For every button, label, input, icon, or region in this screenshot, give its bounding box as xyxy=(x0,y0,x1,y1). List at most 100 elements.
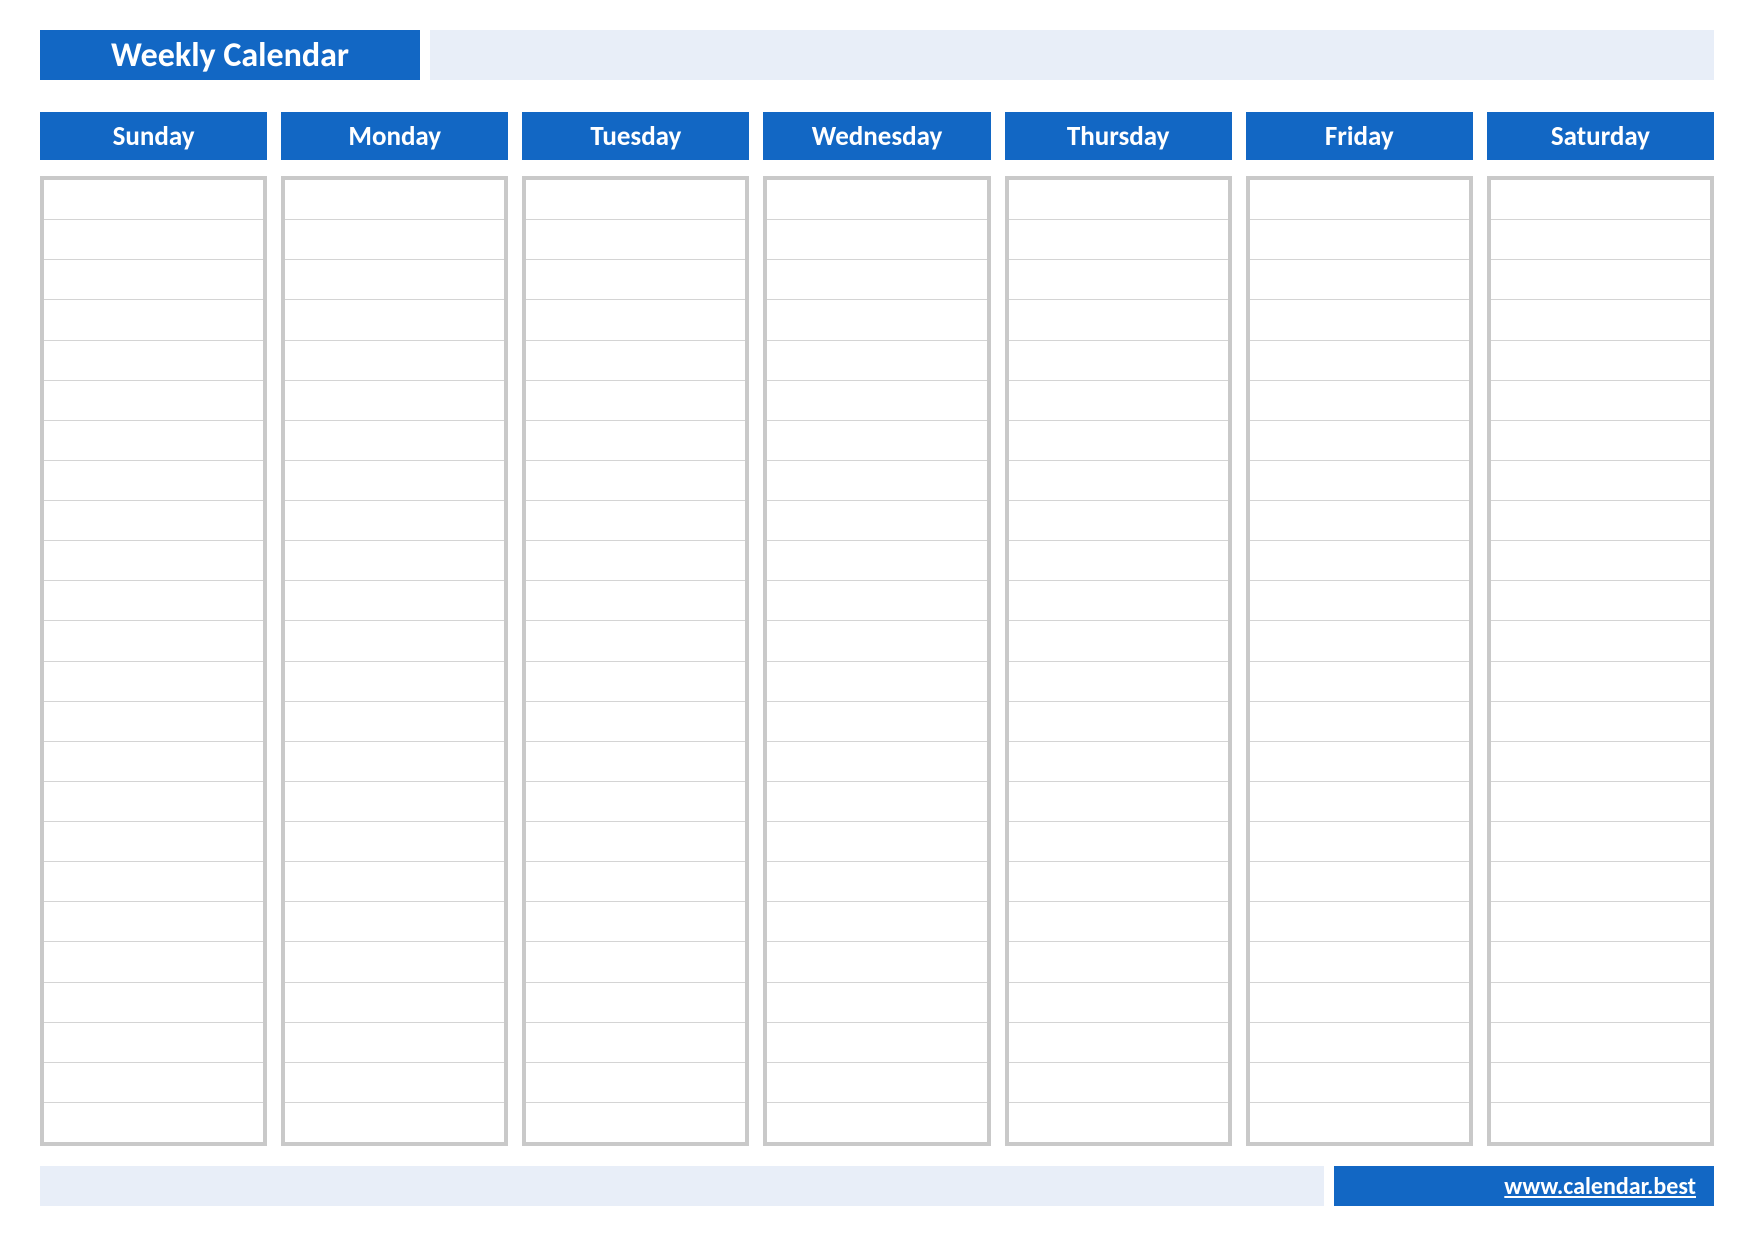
calendar-slot[interactable] xyxy=(285,501,504,541)
calendar-slot[interactable] xyxy=(526,381,745,421)
calendar-slot[interactable] xyxy=(1009,581,1228,621)
calendar-slot[interactable] xyxy=(285,1063,504,1103)
calendar-slot[interactable] xyxy=(1009,983,1228,1023)
calendar-slot[interactable] xyxy=(1250,942,1469,982)
calendar-slot[interactable] xyxy=(1250,621,1469,661)
calendar-slot[interactable] xyxy=(767,1103,986,1142)
calendar-slot[interactable] xyxy=(1491,541,1710,581)
calendar-slot[interactable] xyxy=(285,220,504,260)
calendar-slot[interactable] xyxy=(526,662,745,702)
calendar-slot[interactable] xyxy=(767,1063,986,1103)
calendar-slot[interactable] xyxy=(526,862,745,902)
calendar-slot[interactable] xyxy=(1250,581,1469,621)
calendar-slot[interactable] xyxy=(767,381,986,421)
calendar-slot[interactable] xyxy=(44,662,263,702)
calendar-slot[interactable] xyxy=(285,742,504,782)
calendar-slot[interactable] xyxy=(1491,983,1710,1023)
calendar-slot[interactable] xyxy=(1491,902,1710,942)
calendar-slot[interactable] xyxy=(44,782,263,822)
calendar-slot[interactable] xyxy=(1491,742,1710,782)
calendar-slot[interactable] xyxy=(767,782,986,822)
calendar-slot[interactable] xyxy=(1250,501,1469,541)
calendar-slot[interactable] xyxy=(285,621,504,661)
calendar-slot[interactable] xyxy=(1491,1063,1710,1103)
calendar-slot[interactable] xyxy=(285,300,504,340)
calendar-slot[interactable] xyxy=(285,983,504,1023)
calendar-slot[interactable] xyxy=(285,782,504,822)
calendar-slot[interactable] xyxy=(1491,822,1710,862)
calendar-slot[interactable] xyxy=(1009,220,1228,260)
calendar-slot[interactable] xyxy=(1009,501,1228,541)
calendar-slot[interactable] xyxy=(1009,1063,1228,1103)
calendar-slot[interactable] xyxy=(526,300,745,340)
calendar-slot[interactable] xyxy=(1250,1063,1469,1103)
calendar-slot[interactable] xyxy=(1491,1023,1710,1063)
calendar-slot[interactable] xyxy=(1250,742,1469,782)
calendar-slot[interactable] xyxy=(285,662,504,702)
calendar-slot[interactable] xyxy=(1250,341,1469,381)
calendar-slot[interactable] xyxy=(1491,260,1710,300)
calendar-slot[interactable] xyxy=(767,983,986,1023)
calendar-slot[interactable] xyxy=(1009,260,1228,300)
calendar-slot[interactable] xyxy=(1250,300,1469,340)
calendar-slot[interactable] xyxy=(1250,1103,1469,1142)
calendar-slot[interactable] xyxy=(526,822,745,862)
calendar-slot[interactable] xyxy=(44,381,263,421)
calendar-slot[interactable] xyxy=(44,1063,263,1103)
calendar-slot[interactable] xyxy=(767,541,986,581)
calendar-slot[interactable] xyxy=(44,260,263,300)
calendar-slot[interactable] xyxy=(44,702,263,742)
calendar-slot[interactable] xyxy=(285,260,504,300)
calendar-slot[interactable] xyxy=(767,220,986,260)
calendar-slot[interactable] xyxy=(1250,822,1469,862)
calendar-slot[interactable] xyxy=(1009,381,1228,421)
calendar-slot[interactable] xyxy=(1009,782,1228,822)
calendar-slot[interactable] xyxy=(44,983,263,1023)
calendar-slot[interactable] xyxy=(1009,1023,1228,1063)
calendar-slot[interactable] xyxy=(526,260,745,300)
calendar-slot[interactable] xyxy=(285,1103,504,1142)
calendar-slot[interactable] xyxy=(767,300,986,340)
calendar-slot[interactable] xyxy=(1491,942,1710,982)
calendar-slot[interactable] xyxy=(1009,702,1228,742)
calendar-slot[interactable] xyxy=(767,1023,986,1063)
calendar-slot[interactable] xyxy=(526,983,745,1023)
calendar-slot[interactable] xyxy=(767,862,986,902)
calendar-slot[interactable] xyxy=(1250,983,1469,1023)
calendar-slot[interactable] xyxy=(526,621,745,661)
calendar-slot[interactable] xyxy=(285,942,504,982)
calendar-slot[interactable] xyxy=(526,541,745,581)
calendar-slot[interactable] xyxy=(526,1063,745,1103)
calendar-slot[interactable] xyxy=(526,581,745,621)
calendar-slot[interactable] xyxy=(526,1023,745,1063)
calendar-slot[interactable] xyxy=(44,1023,263,1063)
calendar-slot[interactable] xyxy=(767,461,986,501)
calendar-slot[interactable] xyxy=(1491,702,1710,742)
calendar-slot[interactable] xyxy=(767,902,986,942)
calendar-slot[interactable] xyxy=(1250,260,1469,300)
calendar-slot[interactable] xyxy=(1009,621,1228,661)
calendar-slot[interactable] xyxy=(1491,381,1710,421)
calendar-slot[interactable] xyxy=(1250,461,1469,501)
calendar-slot[interactable] xyxy=(44,1103,263,1142)
calendar-slot[interactable] xyxy=(285,180,504,220)
calendar-slot[interactable] xyxy=(767,260,986,300)
calendar-slot[interactable] xyxy=(767,501,986,541)
calendar-slot[interactable] xyxy=(44,341,263,381)
calendar-slot[interactable] xyxy=(767,702,986,742)
calendar-slot[interactable] xyxy=(1250,421,1469,461)
calendar-slot[interactable] xyxy=(44,862,263,902)
calendar-slot[interactable] xyxy=(1491,300,1710,340)
calendar-slot[interactable] xyxy=(44,501,263,541)
calendar-slot[interactable] xyxy=(526,180,745,220)
calendar-slot[interactable] xyxy=(1491,341,1710,381)
calendar-slot[interactable] xyxy=(1491,180,1710,220)
calendar-slot[interactable] xyxy=(767,180,986,220)
calendar-slot[interactable] xyxy=(526,902,745,942)
calendar-slot[interactable] xyxy=(1491,501,1710,541)
calendar-slot[interactable] xyxy=(1009,1103,1228,1142)
calendar-slot[interactable] xyxy=(1250,902,1469,942)
calendar-slot[interactable] xyxy=(44,180,263,220)
calendar-slot[interactable] xyxy=(1009,862,1228,902)
calendar-slot[interactable] xyxy=(1491,421,1710,461)
